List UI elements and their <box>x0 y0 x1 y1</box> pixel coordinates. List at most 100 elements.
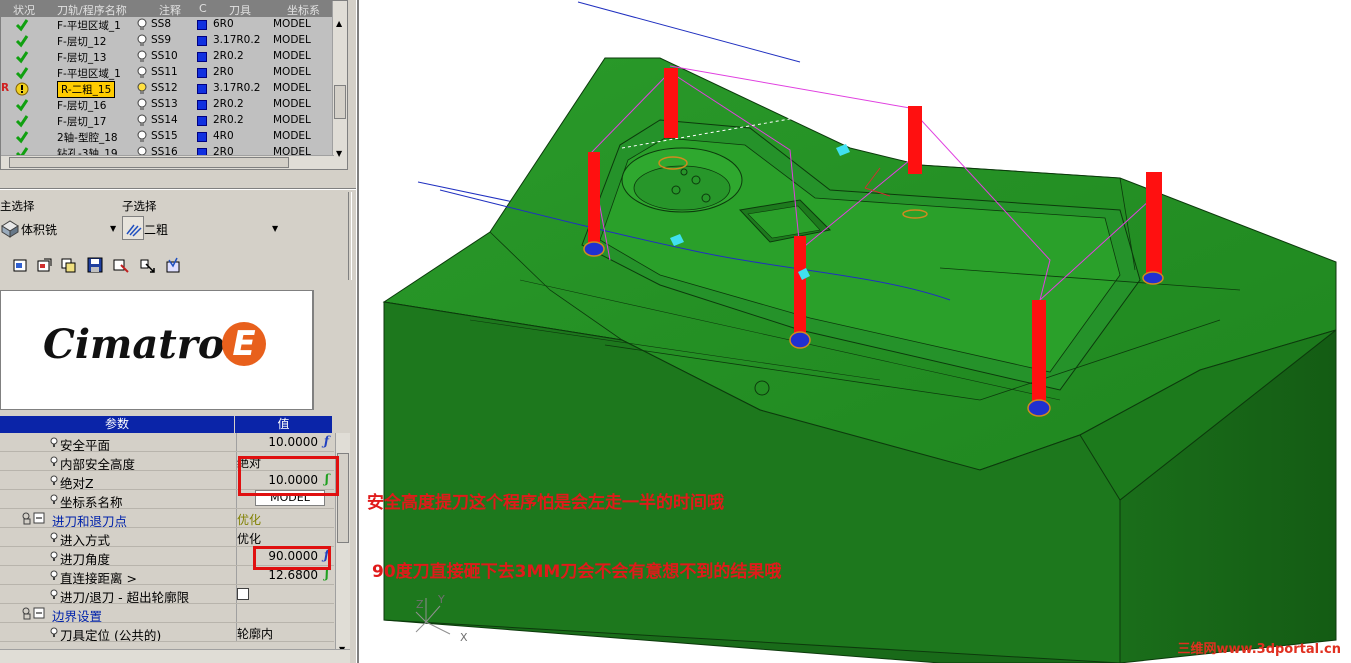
copy-procedure-icon[interactable] <box>60 256 78 274</box>
group-collapse-icon[interactable] <box>22 512 46 525</box>
param-bulb-icon[interactable] <box>50 437 58 448</box>
chevron-down-icon[interactable]: ▼ <box>272 224 278 233</box>
program-tool: 6R0 <box>213 18 234 30</box>
param-bulb-icon[interactable] <box>50 475 58 486</box>
color-swatch <box>197 52 207 62</box>
program-coord: MODEL <box>273 18 311 30</box>
group-collapse-icon[interactable] <box>22 607 46 620</box>
color-swatch <box>197 36 207 46</box>
program-row[interactable]: 2轴-型腔_18 SS15 4R0 MODEL <box>1 129 334 145</box>
axis-z-label: Z <box>416 598 424 611</box>
sub-select-value: 二粗 <box>144 223 169 237</box>
col-color[interactable]: C <box>199 2 207 15</box>
param-header-value: 值 <box>235 416 332 433</box>
color-swatch <box>197 116 207 126</box>
program-list[interactable]: 状况 刀轨/程序名称 注释 C 刀具 坐标系 F-平坦区域_1 SS8 6R0 MOD… <box>0 0 348 170</box>
sub-select-dropdown[interactable]: 二粗 ▼ <box>122 216 282 240</box>
program-row[interactable]: R R-二粗_15 SS12 3.17R0.2 MODEL <box>1 81 334 98</box>
lightbulb-icon[interactable] <box>137 34 147 47</box>
new-procedure-icon[interactable] <box>12 256 30 274</box>
param-bulb-icon[interactable] <box>50 570 58 581</box>
program-note: SS15 <box>151 130 178 142</box>
program-row[interactable]: F-平坦区域_1 SS11 2R0 MODEL <box>1 65 334 81</box>
program-row[interactable]: F-层切_12 SS9 3.17R0.2 MODEL <box>1 33 334 49</box>
param-group-row[interactable]: 进刀和退刀点 优化 <box>0 509 334 529</box>
program-name: F-层切_16 <box>57 100 107 112</box>
program-tool: 2R0.2 <box>213 50 244 62</box>
lightbulb-icon[interactable] <box>137 130 147 143</box>
param-bulb-icon[interactable] <box>50 532 58 543</box>
col-name[interactable]: 刀轨/程序名称 <box>57 2 127 18</box>
volume-mill-icon <box>1 220 19 238</box>
formula-icon[interactable]: ƒ <box>324 434 329 448</box>
run-icon[interactable] <box>138 256 156 274</box>
param-row[interactable]: 刀具定位 (公共的) 轮廓内 <box>0 623 334 643</box>
check-icon <box>15 67 29 80</box>
warning-icon <box>15 82 29 96</box>
program-coord: MODEL <box>273 82 311 94</box>
scroll-up-icon[interactable]: ▲ <box>336 19 342 28</box>
param-grid-hscroll[interactable] <box>0 649 350 663</box>
simulate-icon[interactable] <box>164 256 182 274</box>
param-value-cell[interactable]: 优化 <box>236 509 332 528</box>
program-row[interactable]: F-层切_16 SS13 2R0.2 MODEL <box>1 97 334 113</box>
col-coord[interactable]: 坐标系 <box>287 2 320 18</box>
program-note: SS13 <box>151 98 178 110</box>
main-select-value: 体积铣 <box>21 223 58 237</box>
check-icon <box>15 51 29 64</box>
lightbulb-icon[interactable] <box>137 82 147 95</box>
check-icon <box>15 19 29 32</box>
param-value-cell[interactable] <box>236 585 332 604</box>
program-coord: MODEL <box>273 66 311 78</box>
hscroll-thumb[interactable] <box>9 157 289 168</box>
check-icon <box>15 99 29 112</box>
check-icon <box>15 115 29 128</box>
param-bulb-icon[interactable] <box>50 494 58 505</box>
scroll-thumb[interactable] <box>334 85 346 119</box>
lightbulb-icon[interactable] <box>137 66 147 79</box>
scroll-down-icon[interactable]: ▼ <box>336 149 342 158</box>
color-swatch <box>197 132 207 142</box>
col-status[interactable]: 状况 <box>13 2 35 18</box>
chevron-down-icon[interactable]: ▼ <box>110 224 116 233</box>
param-checkbox[interactable] <box>237 588 249 600</box>
param-value-cell[interactable]: 10.0000 ƒ <box>236 433 332 452</box>
panel-splitter[interactable] <box>356 0 359 663</box>
param-bulb-icon[interactable] <box>50 551 58 562</box>
lightbulb-icon[interactable] <box>137 114 147 127</box>
lightbulb-icon[interactable] <box>137 98 147 111</box>
param-group-row[interactable]: 边界设置 <box>0 604 334 624</box>
program-row[interactable]: F-层切_17 SS14 2R0.2 MODEL <box>1 113 334 129</box>
param-bulb-icon[interactable] <box>50 589 58 600</box>
program-row[interactable]: F-平坦区域_1 SS8 6R0 MODEL <box>1 17 334 33</box>
program-list-vscroll[interactable]: ▲ ▼ <box>332 1 347 169</box>
param-value-cell[interactable] <box>236 604 332 623</box>
save-icon[interactable] <box>86 256 104 274</box>
col-note[interactable]: 注释 <box>159 2 181 18</box>
param-row[interactable]: 进入方式 优化 <box>0 528 334 548</box>
sub-select-label: 子选择 <box>122 199 157 213</box>
param-bulb-icon[interactable] <box>50 627 58 638</box>
param-bulb-icon[interactable] <box>50 456 58 467</box>
program-row[interactable]: F-层切_13 SS10 2R0.2 MODEL <box>1 49 334 65</box>
param-value-cell[interactable]: 优化 <box>236 528 332 547</box>
program-list-hscroll[interactable] <box>1 155 334 169</box>
selection-area: 主选择 子选择 体积铣 ▼ 二粗 ▼ <box>0 188 356 284</box>
param-row[interactable]: 进刀/退刀 - 超出轮廓限 <box>0 585 334 605</box>
program-tool: 2R0.2 <box>213 114 244 126</box>
calculate-icon[interactable] <box>112 256 130 274</box>
program-tool: 2R0 <box>213 66 234 78</box>
program-tool: 4R0 <box>213 130 234 142</box>
edit-procedure-icon[interactable] <box>36 256 54 274</box>
main-select-dropdown[interactable]: 体积铣 ▼ <box>0 216 118 240</box>
check-icon <box>15 35 29 48</box>
lightbulb-icon[interactable] <box>137 18 147 31</box>
program-name: F-层切_17 <box>57 116 107 128</box>
program-note: SS11 <box>151 66 178 78</box>
param-value-cell[interactable]: 轮廓内 <box>236 623 332 642</box>
col-tool[interactable]: 刀具 <box>229 2 251 18</box>
parameter-grid[interactable]: 参数 值 安全平面 10.0000 ƒ 内部安全高度 绝对 绝对Z 10.0000 ʃ 坐标系名… <box>0 416 350 663</box>
program-name: 2轴-型腔_18 <box>57 132 118 144</box>
param-row[interactable]: 安全平面 10.0000 ƒ <box>0 433 334 453</box>
lightbulb-icon[interactable] <box>137 50 147 63</box>
